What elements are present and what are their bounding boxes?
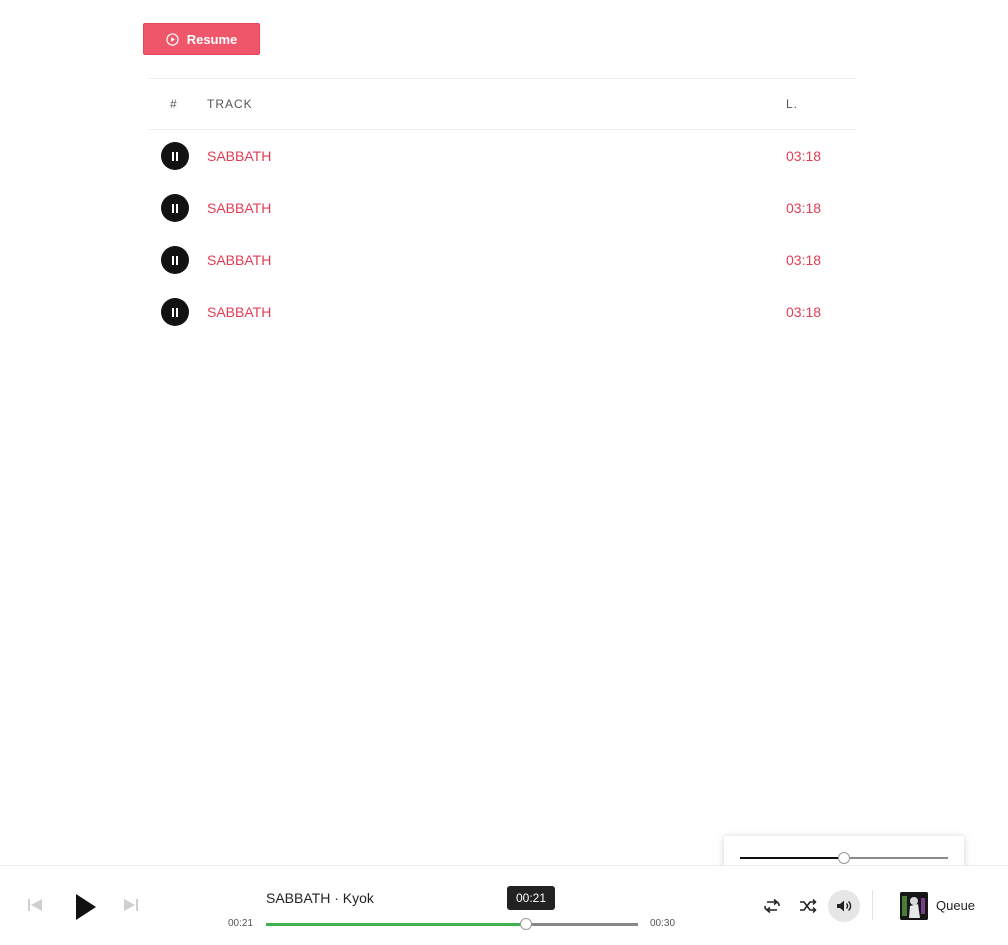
pause-icon[interactable]	[161, 298, 189, 326]
track-title[interactable]: SABBATH	[207, 304, 271, 320]
repeat-icon[interactable]	[760, 894, 784, 918]
shuffle-icon[interactable]	[796, 894, 820, 918]
prev-icon[interactable]	[24, 894, 46, 916]
table-row[interactable]: SABBATH 03:18	[149, 130, 856, 182]
track-length: 03:18	[786, 252, 822, 268]
table-row[interactable]: SABBATH 03:18	[149, 234, 856, 286]
track-title[interactable]: SABBATH	[207, 148, 271, 164]
pause-icon[interactable]	[161, 194, 189, 222]
time-tooltip: 00:21	[507, 886, 555, 910]
page: Resume # TRACK L. SABBATH 03:18 SABBATH …	[0, 0, 1008, 945]
divider	[872, 890, 873, 920]
track-length: 03:18	[786, 304, 822, 320]
resume-label: Resume	[186, 31, 238, 47]
play-circle-icon	[166, 32, 179, 46]
pause-icon[interactable]	[161, 246, 189, 274]
album-cover[interactable]	[900, 892, 928, 920]
header-track: TRACK	[207, 97, 253, 111]
track-length: 03:18	[786, 200, 822, 216]
table-row[interactable]: SABBATH 03:18	[149, 286, 856, 338]
progress-fill	[266, 923, 527, 926]
queue-button[interactable]: Queue	[936, 898, 975, 913]
total-time: 00:30	[650, 918, 676, 929]
track-title[interactable]: SABBATH	[207, 252, 271, 268]
play-icon[interactable]	[70, 890, 100, 924]
player-bar: SABBATH · Kyok 00:21 00:21 00:30 Queue	[0, 865, 1008, 945]
progress-bar[interactable]	[266, 918, 638, 930]
volume-thumb[interactable]	[838, 852, 850, 864]
table-row[interactable]: SABBATH 03:18	[149, 182, 856, 234]
header-length: L.	[786, 97, 799, 111]
track-title[interactable]: SABBATH	[207, 200, 271, 216]
header-num: #	[170, 97, 178, 111]
track-length: 03:18	[786, 148, 822, 164]
current-time: 00:21	[228, 918, 254, 929]
progress-thumb[interactable]	[520, 918, 533, 930]
pause-icon[interactable]	[161, 142, 189, 170]
table-header: # TRACK L.	[149, 78, 856, 130]
volume-fill	[740, 857, 844, 859]
track-table: # TRACK L. SABBATH 03:18 SABBATH 03:18 S…	[149, 78, 856, 338]
now-playing-title: SABBATH · Kyok	[266, 890, 374, 906]
volume-icon[interactable]	[828, 890, 860, 922]
resume-button[interactable]: Resume	[143, 23, 260, 55]
volume-slider[interactable]	[740, 852, 948, 864]
next-icon[interactable]	[120, 894, 142, 916]
